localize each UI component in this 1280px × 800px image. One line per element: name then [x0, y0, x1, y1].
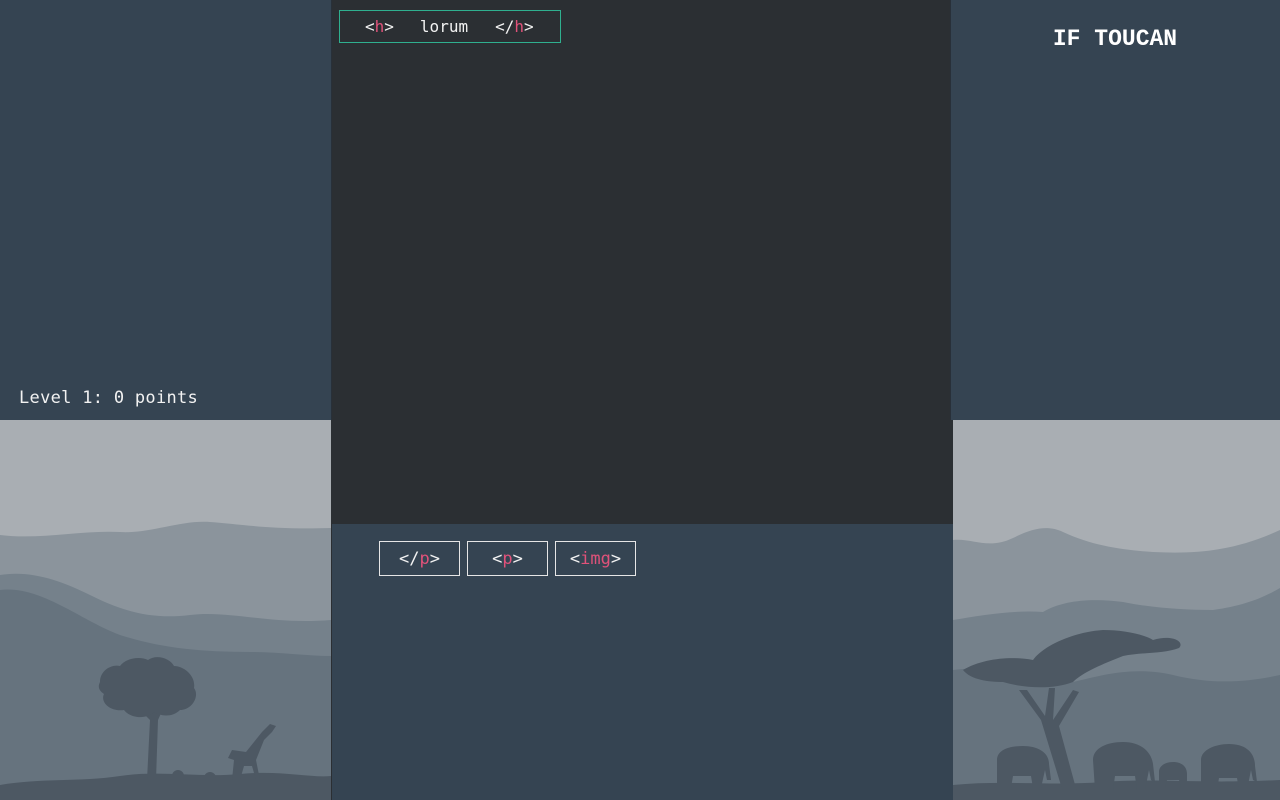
acacia-tree-elephants-icon	[953, 420, 1280, 800]
score-panel: Level 1: 0 points	[0, 0, 332, 420]
open-tag: <h>	[365, 17, 394, 36]
score-text: Level 1: 0 points	[19, 388, 199, 408]
tile-open-p[interactable]: < p >	[467, 541, 548, 576]
code-editor-area	[332, 0, 950, 524]
game-title: IF TOUCAN	[1052, 26, 1178, 52]
tag-content: lorum	[419, 17, 469, 36]
tile-img[interactable]: < img >	[555, 541, 636, 576]
savanna-tree-giraffe-icon	[0, 420, 331, 800]
tile-close-p[interactable]: </p >	[379, 541, 460, 576]
code-line-heading[interactable]: <h> lorum </h>	[339, 10, 561, 43]
close-tag: </h>	[495, 17, 534, 36]
title-panel	[950, 0, 1280, 420]
